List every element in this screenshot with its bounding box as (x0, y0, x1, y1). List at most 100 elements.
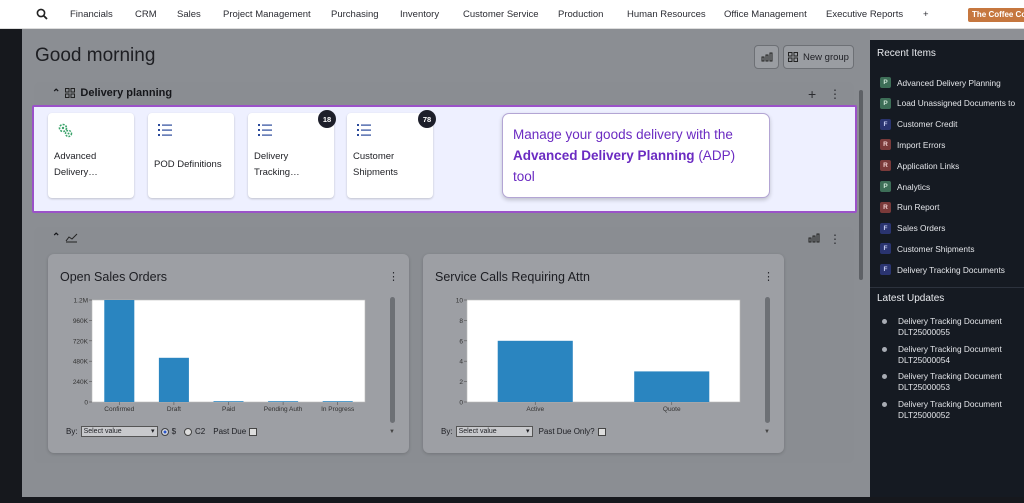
y-tick-label: 1.2M (74, 298, 88, 305)
nav-item-inventory[interactable]: Inventory (400, 9, 439, 20)
x-tick-label: Pending Auth (264, 406, 303, 413)
recent-items-title: Recent Items (877, 48, 936, 59)
by-label: By: (441, 427, 453, 436)
nav-item-production[interactable]: Production (558, 9, 603, 20)
update-title: Delivery Tracking Document (898, 371, 1002, 381)
recent-item[interactable]: P Load Unassigned Documents to (880, 97, 1016, 109)
search-icon[interactable] (36, 8, 48, 20)
x-tick-label: In Progress (321, 406, 355, 413)
collapse-chevron-icon[interactable]: ⌃ (52, 232, 60, 243)
bar (104, 300, 135, 402)
nav-item-financials[interactable]: Financials (70, 9, 113, 20)
recent-item-label: Import Errors (897, 139, 946, 150)
recent-item[interactable]: R Application Links (880, 160, 959, 172)
by-select[interactable]: Select value ▾ (455, 426, 533, 437)
page-title: Good morning (35, 45, 156, 66)
update-text: Delivery Tracking Document DLT25000053 (898, 371, 1024, 393)
recent-item-label: Run Report (897, 202, 940, 213)
grid-icon (65, 88, 76, 98)
update-document-number: DLT25000052 (898, 409, 950, 420)
nav-add-button[interactable]: + (923, 9, 929, 20)
item-type-icon: P (880, 97, 891, 109)
group-menu-button[interactable]: ⋮ (829, 232, 841, 246)
past-due-checkbox[interactable] (249, 427, 258, 436)
recent-item[interactable]: R Run Report (880, 201, 940, 213)
tile-count-badge: 18 (318, 110, 336, 128)
tile-label: Advanced Delivery… (54, 151, 98, 178)
bullet-icon (882, 319, 887, 324)
tile-advanced-delivery[interactable]: Advanced Delivery… (48, 113, 134, 198)
tile-label: POD Definitions (154, 159, 222, 170)
bar (268, 401, 299, 402)
chart-filter-row: By: Select value ▾ $ C2 Past Due (66, 426, 258, 437)
currency-radio-dollar[interactable] (160, 427, 169, 436)
callout-text-bold: Advanced Delivery Planning (513, 148, 695, 163)
past-due-only-checkbox[interactable] (597, 427, 606, 436)
item-type-icon: F (880, 243, 891, 255)
y-tick-label: 8 (459, 318, 463, 325)
chart-view-button[interactable] (754, 45, 779, 69)
onboarding-callout: Manage your goods delivery with the Adva… (502, 113, 770, 198)
recent-item-label: Customer Credit (897, 119, 958, 130)
new-group-button[interactable]: New group (783, 45, 854, 69)
scroll-down-icon[interactable]: ▼ (389, 429, 395, 435)
bullet-icon (882, 401, 887, 407)
nav-item-sales[interactable]: Sales (177, 9, 201, 20)
y-tick-label: 480K (73, 359, 89, 366)
recent-item[interactable]: F Delivery Tracking Documents (880, 264, 1005, 276)
x-tick-label: Active (526, 406, 544, 413)
nav-item-purchasing[interactable]: Purchasing (331, 9, 379, 20)
recent-item[interactable]: P Analytics (880, 181, 930, 192)
tile-count-badge: 78 (418, 110, 436, 128)
nav-item-crm[interactable]: CRM (135, 9, 157, 20)
list-icon (258, 124, 272, 136)
recent-item[interactable]: P Advanced Delivery Planning (880, 77, 1001, 88)
card-menu-button[interactable]: ⋮ (763, 270, 774, 283)
bar-chart-icon[interactable] (808, 233, 820, 243)
chevron-down-icon: ▾ (526, 428, 530, 435)
chart-title: Service Calls Requiring Attn (435, 270, 590, 284)
tile-pod-definitions[interactable]: POD Definitions (148, 113, 234, 198)
bar (497, 340, 573, 402)
nav-item-office-management[interactable]: Office Management (724, 9, 807, 20)
nav-item-project-management[interactable]: Project Management (223, 9, 311, 20)
main-scrollbar[interactable] (859, 90, 863, 280)
item-type-icon: R (880, 201, 891, 213)
bar-chart-icon (761, 52, 772, 62)
recent-item[interactable]: R Import Errors (880, 139, 946, 151)
item-type-icon: R (880, 160, 891, 172)
recent-item[interactable]: F Customer Shipments (880, 243, 974, 255)
nav-item-executive-reports[interactable]: Executive Reports (826, 9, 903, 20)
by-select[interactable]: Select value ▾ (80, 426, 158, 437)
group-menu-button[interactable]: ⋮ (829, 87, 841, 101)
card-scrollbar[interactable] (765, 297, 770, 423)
item-type-icon: R (880, 139, 891, 151)
update-document-number: DLT25000054 (898, 354, 950, 365)
by-select-value: Select value (83, 428, 122, 435)
bar (322, 401, 353, 402)
collapse-chevron-icon[interactable]: ⌃ (52, 88, 60, 99)
x-tick-label: Paid (222, 406, 235, 413)
add-tile-button[interactable]: + (808, 86, 816, 102)
card-scrollbar[interactable] (390, 297, 395, 423)
nav-item-human-resources[interactable]: Human Resources (627, 9, 706, 20)
recent-item-label: Delivery Tracking Documents (897, 264, 1005, 275)
chart-trend-icon (65, 233, 78, 243)
y-tick-label: 4 (459, 359, 463, 366)
charts-group-header: ⌃ (52, 232, 78, 243)
y-tick-label: 0 (459, 400, 463, 407)
recent-item-label: Sales Orders (897, 223, 946, 234)
company-badge[interactable]: The Coffee Co (968, 8, 1024, 22)
nav-item-customer-service[interactable]: Customer Service (463, 9, 539, 20)
recent-item[interactable]: F Sales Orders (880, 222, 946, 234)
card-menu-button[interactable]: ⋮ (388, 270, 399, 283)
recent-item-label: Advanced Delivery Planning (897, 77, 1001, 88)
y-tick-label: 0 (84, 400, 88, 407)
by-label: By: (66, 427, 78, 436)
scroll-down-icon[interactable]: ▼ (764, 429, 770, 435)
recent-item-label: Load Unassigned Documents to (897, 98, 1016, 109)
update-title: Delivery Tracking Document (898, 343, 1002, 354)
currency-radio-c2[interactable] (184, 427, 193, 436)
recent-item[interactable]: F Customer Credit (880, 118, 958, 130)
delivery-planning-title: Delivery planning (80, 87, 173, 99)
